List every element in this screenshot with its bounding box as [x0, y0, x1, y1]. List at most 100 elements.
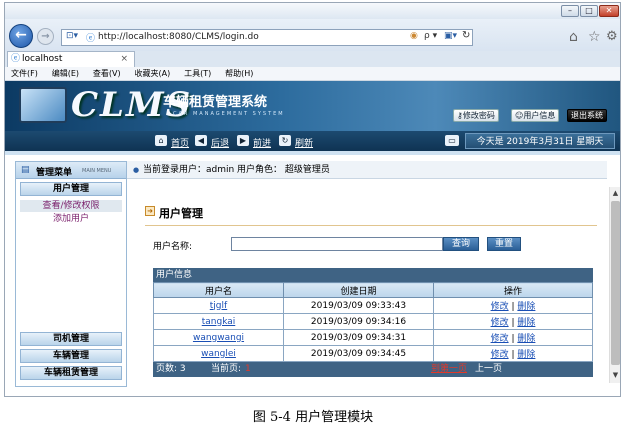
address-row: ← → ⊡▾ ⓔ http://localhost:8080/CLMS/logi…: [5, 19, 620, 51]
app-toolbar: ⌂ 首页 ◀ 后退 ▶ 前进 ↻ 刷新 ▭ 今天是 2019年3月31日 星期天: [5, 131, 620, 151]
user-table: 用户信息 用户名 创建日期 操作 tjglf 2019/03/09 09:33:…: [153, 268, 593, 377]
browser-tab[interactable]: ⓔ localhost ×: [7, 51, 135, 67]
section-title: ➜ 用户管理: [145, 205, 203, 221]
address-url[interactable]: http://localhost:8080/CLMS/login.do: [98, 32, 259, 42]
title-bar: – □ ✕: [5, 3, 620, 19]
forward-link[interactable]: 前进: [253, 136, 271, 149]
username-link[interactable]: tjglf: [153, 297, 284, 314]
reset-button[interactable]: 重置: [487, 237, 521, 251]
maximize-button[interactable]: □: [580, 5, 598, 17]
minimize-button[interactable]: –: [561, 5, 579, 17]
current-page-number: 1: [245, 364, 251, 374]
refresh-link[interactable]: 刷新: [295, 136, 313, 149]
sidebar: ▤ 管理菜单 MAIN MENU 用户管理 查看/修改权限 添加用户 司机管理 …: [15, 161, 127, 387]
column-header-username: 用户名: [153, 282, 284, 298]
edit-link[interactable]: 修改: [491, 318, 509, 328]
user-info-button[interactable]: ☺用户信息: [511, 109, 560, 122]
home-icon[interactable]: ⌂: [569, 29, 578, 45]
username-link[interactable]: tangkai: [153, 313, 284, 330]
figure-caption: 图 5-4 用户管理模块: [252, 410, 374, 425]
security-icon[interactable]: ◉: [410, 31, 418, 41]
menu-tools[interactable]: 工具(T): [184, 67, 211, 81]
vertical-scrollbar[interactable]: ▲ ▼: [609, 187, 620, 383]
menu-view[interactable]: 查看(V): [93, 67, 121, 81]
system-name: 车辆租赁管理系统: [163, 95, 268, 110]
created-date: 2019/03/09 09:34:16: [283, 313, 434, 330]
tab-close-icon[interactable]: ×: [120, 52, 128, 66]
query-button[interactable]: 查询: [443, 237, 479, 251]
title-divider: [145, 225, 597, 226]
home-link[interactable]: 首页: [171, 136, 189, 149]
actions-cell: 修改 | 删除: [433, 313, 593, 330]
scroll-up-icon[interactable]: ▲: [611, 187, 620, 199]
back-arrow-icon[interactable]: ←: [9, 24, 33, 48]
edit-link[interactable]: 修改: [491, 334, 509, 344]
favorites-star-icon[interactable]: ☆: [588, 29, 601, 45]
back-icon: ◀: [195, 135, 207, 146]
sidebar-header: ▤ 管理菜单 MAIN MENU: [16, 162, 126, 179]
username-search-input[interactable]: [231, 237, 443, 251]
column-header-actions: 操作: [433, 282, 593, 298]
delete-link[interactable]: 删除: [517, 302, 535, 312]
logout-button[interactable]: 退出系统: [567, 109, 607, 122]
menu-favorites[interactable]: 收藏夹(A): [134, 67, 170, 81]
sidebar-group-driver[interactable]: 司机管理: [20, 332, 122, 346]
menu-bar: 文件(F) 编辑(E) 查看(V) 收藏夹(A) 工具(T) 帮助(H): [5, 67, 620, 81]
date-display: 今天是 2019年3月31日 星期天: [465, 133, 615, 149]
sidebar-title: 管理菜单: [36, 168, 73, 178]
delete-link[interactable]: 删除: [517, 334, 535, 344]
delete-link[interactable]: 删除: [517, 318, 535, 328]
address-bar[interactable]: ⊡▾ ⓔ http://localhost:8080/CLMS/login.do…: [61, 29, 473, 46]
sidebar-item-add-user[interactable]: 添加用户: [20, 213, 122, 225]
refresh-icon: ↻: [279, 135, 291, 146]
back-link[interactable]: 后退: [211, 136, 229, 149]
app-banner: CLMS 车辆租赁管理系统 CAR MANAGEMENT SYSTEM ⚷修改密…: [5, 81, 620, 131]
search-label: 用户名称:: [153, 242, 193, 252]
close-window-button[interactable]: ✕: [599, 5, 619, 17]
created-date: 2019/03/09 09:34:31: [283, 329, 434, 346]
menu-file[interactable]: 文件(F): [11, 67, 38, 81]
menu-edit[interactable]: 编辑(E): [52, 67, 79, 81]
first-page-link[interactable]: 到第一页: [431, 362, 467, 377]
home-icon: ⌂: [155, 135, 167, 146]
prev-page-link[interactable]: 上一页: [475, 362, 502, 377]
created-date: 2019/03/09 09:34:45: [283, 345, 434, 362]
sidebar-group-vehicle[interactable]: 车辆管理: [20, 349, 122, 363]
gear-icon[interactable]: ⚙: [606, 29, 618, 44]
created-date: 2019/03/09 09:33:43: [283, 297, 434, 314]
table-row: tangkai 2019/03/09 09:34:16 修改 | 删除: [153, 313, 593, 330]
compat-icon[interactable]: ▣▾: [444, 31, 457, 41]
edit-link[interactable]: 修改: [491, 350, 509, 360]
table-caption: 用户信息: [153, 268, 593, 282]
current-page-label: 当前页:: [211, 364, 242, 374]
delete-link[interactable]: 删除: [517, 350, 535, 360]
compat-view-icon[interactable]: ⊡▾: [66, 31, 78, 41]
sidebar-group-user[interactable]: 用户管理: [20, 182, 122, 196]
sidebar-title-en: MAIN MENU: [82, 168, 112, 174]
monitor-logo-icon: [19, 87, 67, 123]
table-row: wangwangi 2019/03/09 09:34:31 修改 | 删除: [153, 329, 593, 346]
browser-window: – □ ✕ ← → ⊡▾ ⓔ http://localhost:8080/CLM…: [4, 2, 621, 397]
tab-strip: ⓔ localhost ×: [5, 51, 620, 67]
scroll-down-icon[interactable]: ▼: [611, 369, 620, 381]
forward-arrow-icon[interactable]: →: [37, 28, 54, 45]
sidebar-item-view-permissions[interactable]: 查看/修改权限: [20, 200, 122, 212]
sidebar-group-rental[interactable]: 车辆租赁管理: [20, 366, 122, 380]
actions-cell: 修改 | 删除: [433, 329, 593, 346]
scroll-thumb[interactable]: [611, 201, 620, 365]
change-password-button[interactable]: ⚷修改密码: [453, 109, 499, 122]
refresh-icon[interactable]: ↻: [462, 30, 470, 41]
table-row: wanglei 2019/03/09 09:34:45 修改 | 删除: [153, 345, 593, 362]
ie-tab-icon: ⓔ: [11, 54, 21, 64]
username-link[interactable]: wangwangi: [153, 329, 284, 346]
edit-link[interactable]: 修改: [491, 302, 509, 312]
menu-help[interactable]: 帮助(H): [225, 67, 253, 81]
content-area: ➜ 用户管理 用户名称: 查询 重置 用户信息 用户名 创建日期 操作 tjgl…: [145, 191, 605, 387]
search-icon[interactable]: ρ ▾: [424, 31, 437, 41]
arrow-box-icon: ➜: [145, 206, 155, 216]
main-panel: ● 当前登录用户：admin 用户角色： 超级管理员 ➜ 用户管理 用户名称: …: [127, 161, 620, 387]
actions-cell: 修改 | 删除: [433, 297, 593, 314]
ie-page-icon: ⓔ: [86, 34, 96, 44]
username-link[interactable]: wanglei: [153, 345, 284, 362]
separator-bar: [5, 151, 620, 155]
